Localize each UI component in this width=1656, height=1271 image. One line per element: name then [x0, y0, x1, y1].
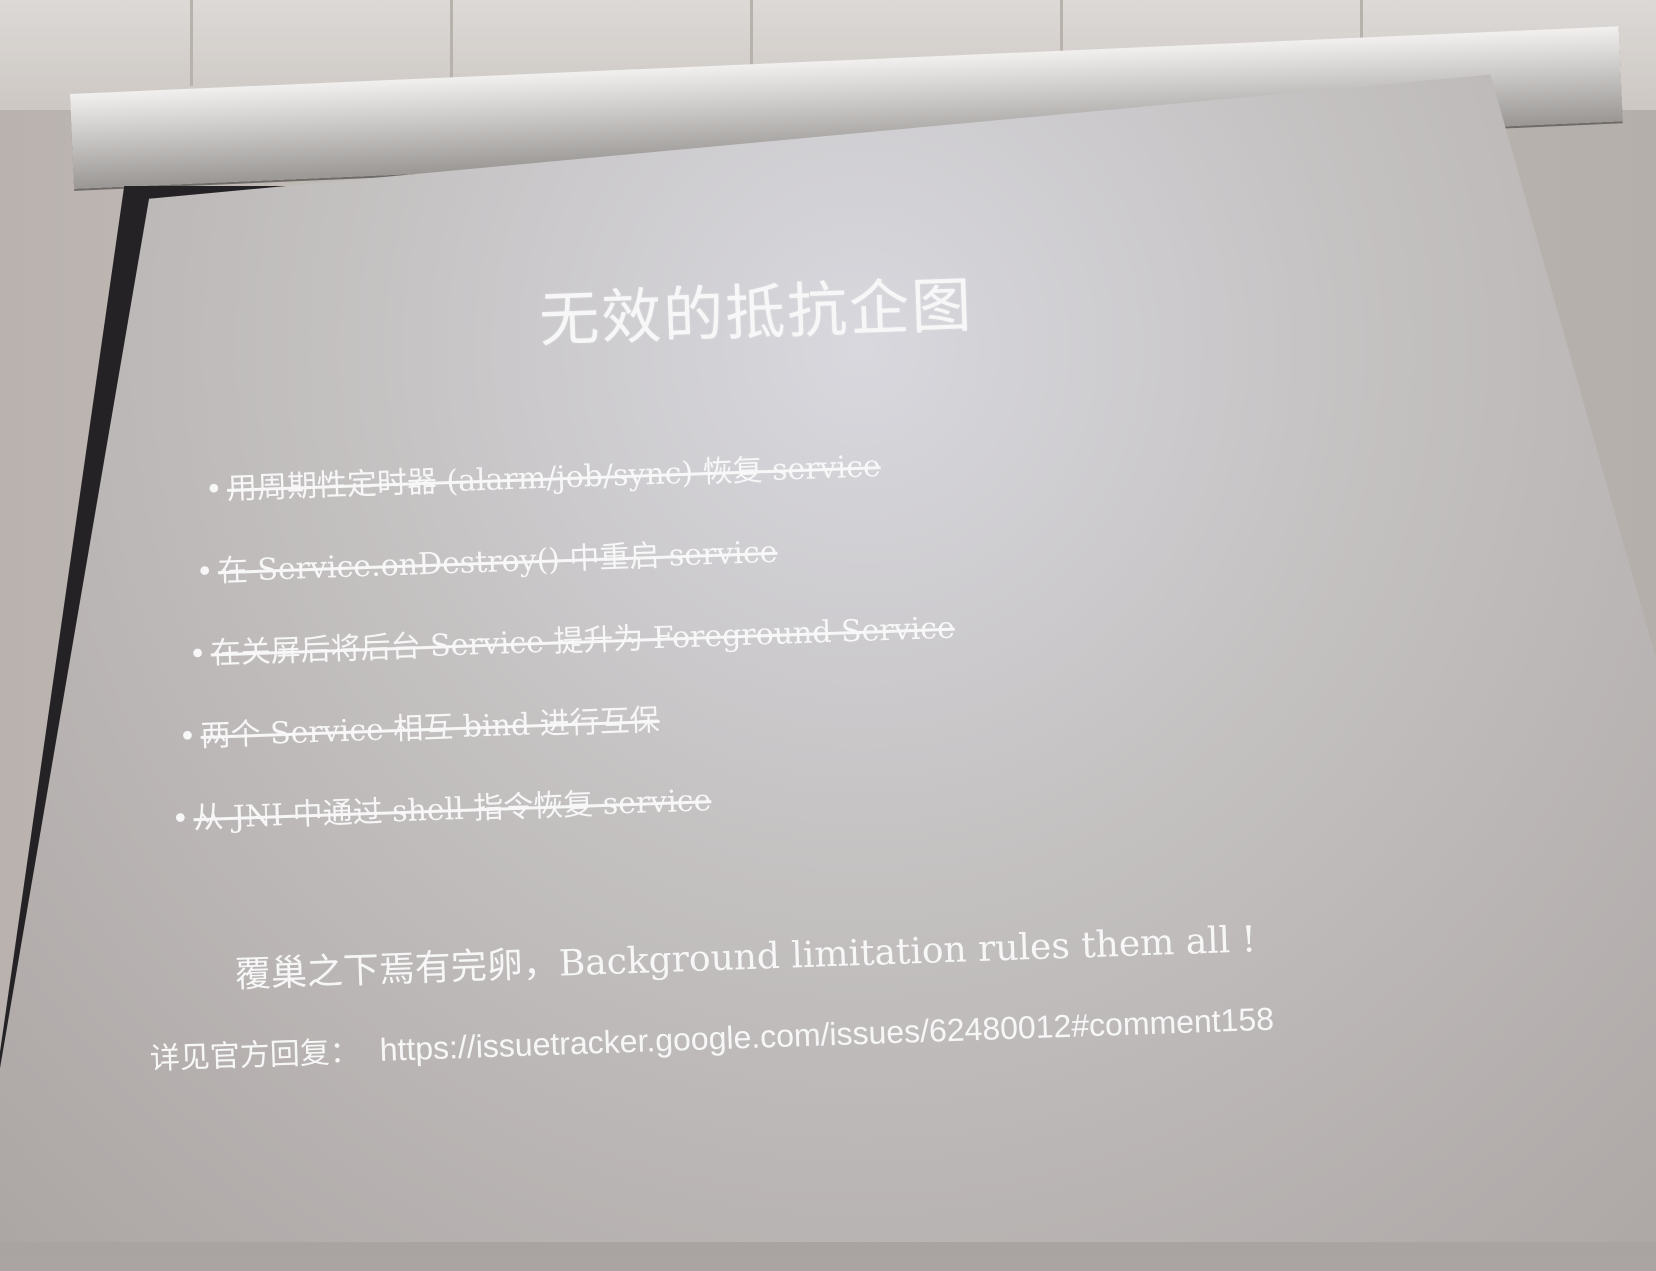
slide-title: 无效的抵抗企图 — [538, 270, 975, 356]
slide-bullet-list: • 用周期性定时器 (alarm/job/sync) 恢复 service • 在 … — [171, 423, 1268, 869]
slide-bullet: • 两个 Service 相互 bind 进行互保 — [178, 669, 1265, 769]
bullet-icon: • — [188, 636, 208, 673]
reference-label: 详见官方回复： — [149, 1034, 361, 1077]
slide-bullet: • 从 JNI 中通过 shell 指令恢复 service — [170, 751, 1266, 851]
slide-bullet: • 用周期性定时器 (alarm/job/sync) 恢复 service — [204, 423, 1256, 522]
bullet-text: 在关屏后将后台 Service 提升为 Foreground Service — [210, 610, 956, 672]
bullet-icon: • — [178, 719, 197, 755]
bullet-text: 从 JNI 中通过 shell 指令恢复 service — [192, 783, 712, 837]
bullet-text: 用周期性定时器 (alarm/job/sync) 恢复 service — [226, 449, 882, 507]
slide-bullet: • 在 Service.onDestroy() 中重启 service — [195, 505, 1259, 604]
bullet-icon: • — [204, 472, 224, 508]
ceiling-tile — [0, 0, 193, 86]
bullet-icon: • — [170, 801, 190, 838]
reference-url: https://issuetracker.google.com/issues/6… — [379, 1000, 1275, 1068]
slide-motto: 覆巢之下焉有完卵，Background limitation rules the… — [234, 919, 1257, 996]
bullet-text: 两个 Service 相互 bind 进行互保 — [200, 702, 661, 754]
slide-bullet: • 在关屏后将后台 Service 提升为 Foreground Service — [188, 587, 1262, 686]
ceiling-tile — [190, 0, 453, 86]
presentation-slide: 无效的抵抗企图 • 用周期性定时器 (alarm/job/sync) 恢复 ser… — [0, 75, 1656, 1242]
bullet-text: 在 Service.onDestroy() 中重启 service — [217, 534, 779, 590]
bullet-icon: • — [195, 554, 215, 591]
slide-reference: 详见官方回复： https://issuetracker.google.com/i… — [149, 995, 1275, 1078]
